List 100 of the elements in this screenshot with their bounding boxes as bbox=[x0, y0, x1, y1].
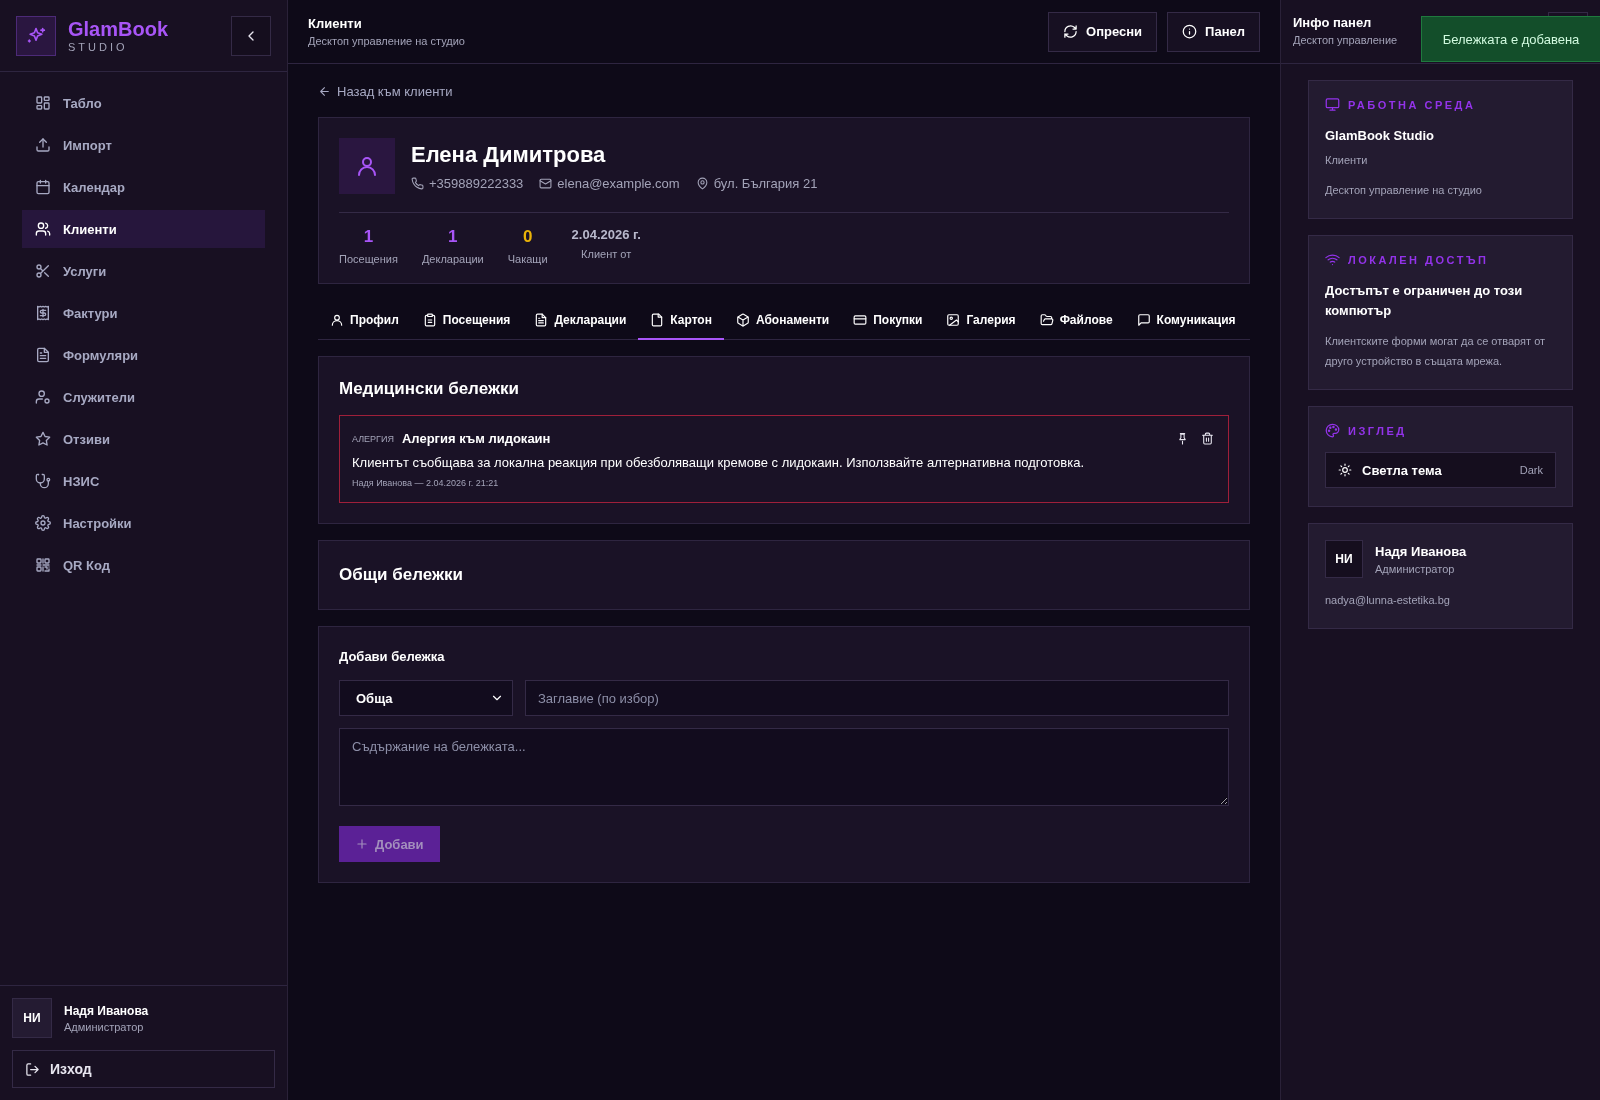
nav-item[interactable]: Импорт bbox=[22, 126, 265, 164]
document-icon bbox=[35, 347, 51, 363]
file-icon bbox=[650, 313, 665, 327]
stat-value: 1 bbox=[448, 227, 458, 247]
star-icon bbox=[35, 431, 51, 447]
settings-icon bbox=[35, 515, 51, 531]
logout-button[interactable]: Изход bbox=[12, 1050, 275, 1088]
info-icon bbox=[1182, 24, 1198, 39]
box-icon bbox=[735, 313, 750, 327]
workspace-description: Десктоп управление на студио bbox=[1325, 183, 1483, 198]
note-title: Алергия към лидокаин bbox=[401, 431, 552, 446]
header-button[interactable]: Панел bbox=[1167, 11, 1260, 52]
nav-item[interactable]: Клиенти bbox=[22, 210, 265, 248]
stat-value: 1 bbox=[363, 227, 374, 247]
nav-item[interactable]: НЗИС bbox=[22, 462, 265, 500]
user-email: nadya@lunna-estetika.bg bbox=[1325, 593, 1451, 608]
stat-label: Клиент от bbox=[581, 248, 632, 260]
panel-title: Инфо панел bbox=[1293, 15, 1373, 30]
monitor-icon bbox=[1325, 97, 1340, 112]
form-title: Добави бележка bbox=[339, 649, 446, 664]
users-icon bbox=[35, 221, 51, 237]
card-heading: ИЗГЛЕД bbox=[1348, 424, 1407, 437]
page-subtitle: Десктоп управление на студио bbox=[308, 35, 466, 47]
card-heading: РАБОТНА СРЕДА bbox=[1348, 98, 1476, 111]
user-name: Надя Иванова bbox=[64, 1003, 149, 1018]
app-subtitle: STUDIO bbox=[68, 39, 129, 54]
workspace-section: Клиенти bbox=[1325, 150, 1556, 170]
user-icon bbox=[330, 313, 344, 327]
user-name: Надя Иванова bbox=[1375, 543, 1467, 559]
wifi-icon bbox=[1325, 252, 1340, 267]
tab[interactable]: Абонаменти bbox=[723, 302, 842, 340]
user-gear-icon bbox=[35, 389, 51, 405]
nav-item[interactable]: Табло bbox=[22, 84, 265, 122]
stat-label: Декларации bbox=[421, 253, 484, 265]
mail-icon bbox=[539, 176, 553, 190]
app-name: GlamBook bbox=[68, 17, 170, 40]
tab[interactable]: Файлове bbox=[1027, 302, 1125, 340]
tab[interactable]: Картон bbox=[638, 302, 724, 340]
qr-code-icon bbox=[35, 557, 51, 573]
stethoscope-icon bbox=[35, 473, 51, 489]
client-address: бул. България 21 bbox=[713, 175, 818, 191]
tab[interactable]: Профил bbox=[318, 302, 411, 340]
stat-label: Посещения bbox=[339, 253, 398, 265]
user-avatar: НИ bbox=[1325, 540, 1363, 578]
sparkles-icon bbox=[26, 25, 46, 46]
tab[interactable]: Посещения bbox=[410, 302, 523, 340]
client-email: elena@example.com bbox=[557, 175, 680, 191]
card-heading: ЛОКАЛЕН ДОСТЪП bbox=[1348, 253, 1489, 266]
delete-button[interactable] bbox=[1199, 430, 1216, 447]
document-icon bbox=[534, 313, 549, 327]
note-category: АЛЕРГИЯ bbox=[352, 433, 394, 444]
toast-notification: Бележката е добавена bbox=[1421, 16, 1600, 62]
nav-item[interactable]: Услуги bbox=[22, 252, 265, 290]
nav-item[interactable]: Служители bbox=[22, 378, 265, 416]
calendar-icon bbox=[35, 179, 51, 195]
stat-value: 0 bbox=[522, 227, 533, 247]
nav-item[interactable]: QR Код bbox=[22, 546, 265, 584]
plus-icon bbox=[355, 837, 369, 851]
back-link[interactable]: Назад към клиенти bbox=[318, 84, 453, 99]
header-button[interactable]: Опресни bbox=[1048, 11, 1158, 52]
section-title: Общи бележки bbox=[339, 565, 464, 585]
user-avatar: НИ bbox=[12, 998, 52, 1038]
nav-item[interactable]: Отзиви bbox=[22, 420, 265, 458]
chat-bubble-icon bbox=[1136, 313, 1151, 327]
trash-icon bbox=[1201, 432, 1214, 445]
user-role: Администратор bbox=[64, 1020, 145, 1033]
nav-item[interactable]: Календар bbox=[22, 168, 265, 206]
panel-subtitle: Десктоп управление bbox=[1293, 34, 1398, 46]
tab[interactable]: Декларации bbox=[522, 302, 639, 340]
stat-label: Чакащи bbox=[507, 253, 548, 265]
nav-item[interactable]: Настройки bbox=[22, 504, 265, 542]
stat-value: 2.04.2026 г. bbox=[571, 227, 641, 242]
clipboard-icon bbox=[422, 313, 437, 327]
grid-icon bbox=[35, 95, 51, 111]
tab[interactable]: Комуникация bbox=[1124, 302, 1248, 340]
nav-item[interactable]: Формуляри bbox=[22, 336, 265, 374]
phone-icon bbox=[411, 176, 424, 190]
logout-icon bbox=[25, 1061, 40, 1077]
map-pin-icon bbox=[695, 176, 709, 190]
pin-icon bbox=[1176, 432, 1189, 445]
theme-toggle[interactable]: Светла тема Dark bbox=[1325, 452, 1556, 488]
client-phone: +359889222333 bbox=[429, 175, 524, 191]
credit-card-icon bbox=[853, 313, 868, 327]
user-role: Администратор bbox=[1375, 562, 1456, 575]
tab[interactable]: Покупки bbox=[841, 302, 935, 340]
access-title: Достъпът е ограничен до този компютър bbox=[1325, 282, 1524, 320]
scissors-icon bbox=[35, 263, 51, 279]
nav-item[interactable]: Фактури bbox=[22, 294, 265, 332]
workspace-name: GlamBook Studio bbox=[1325, 127, 1436, 145]
client-name: Елена Димитрова bbox=[411, 141, 607, 168]
user-icon bbox=[355, 154, 379, 178]
arrow-left-icon bbox=[318, 85, 331, 98]
receipt-icon bbox=[35, 305, 51, 321]
page-title: Клиенти bbox=[308, 16, 363, 31]
section-title: Медицински бележки bbox=[339, 379, 520, 399]
sun-icon bbox=[1338, 463, 1352, 477]
note-text: Клиентът съобщава за локална реакция при обезболяващи кремове с лидокаин. Използвайте алтернативна подготовка. bbox=[352, 455, 1085, 470]
tab[interactable]: Галерия bbox=[934, 302, 1028, 340]
upload-icon bbox=[35, 137, 51, 153]
folder-icon bbox=[1039, 313, 1054, 327]
